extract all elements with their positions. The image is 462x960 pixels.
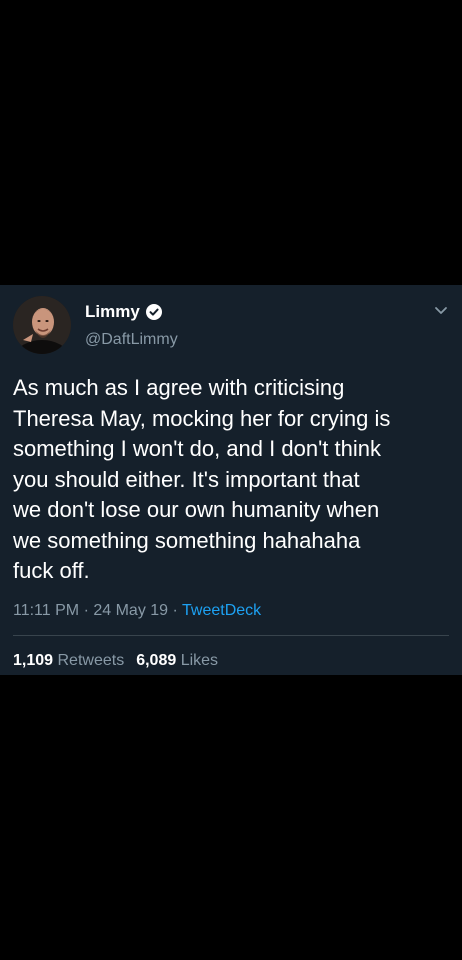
tweet-stats: 1,109 Retweets 6,089 Likes	[13, 651, 218, 671]
tweet-source-link[interactable]: TweetDeck	[182, 602, 261, 619]
display-name[interactable]: Limmy	[85, 302, 140, 322]
retweets-count: 1,109	[13, 652, 54, 669]
likes-count: 6,089	[136, 652, 177, 669]
meta-separator: ·	[83, 602, 89, 619]
avatar-image	[13, 296, 71, 354]
divider	[13, 635, 449, 636]
tweet-card: Limmy @DaftLimmy As much as I agree with…	[0, 285, 462, 675]
likes-label: Likes	[180, 652, 219, 669]
chevron-down-icon[interactable]	[434, 306, 448, 316]
likes-stat[interactable]: 6,089 Likes	[136, 652, 218, 669]
meta-separator: ·	[172, 602, 178, 619]
tweet-meta: 11:11 PM · 24 May 19 · TweetDeck	[13, 601, 261, 621]
retweets-stat[interactable]: 1,109 Retweets	[13, 652, 124, 669]
avatar[interactable]	[13, 296, 71, 354]
verified-badge-icon	[145, 304, 162, 320]
user-handle[interactable]: @DaftLimmy	[85, 330, 178, 350]
tweet-time[interactable]: 11:11 PM	[13, 602, 79, 619]
retweets-label: Retweets	[57, 652, 125, 669]
tweet-text: As much as I agree with criticising Ther…	[13, 375, 391, 583]
display-name-row[interactable]: Limmy	[85, 302, 162, 322]
tweet-date[interactable]: 24 May 19	[93, 602, 168, 619]
